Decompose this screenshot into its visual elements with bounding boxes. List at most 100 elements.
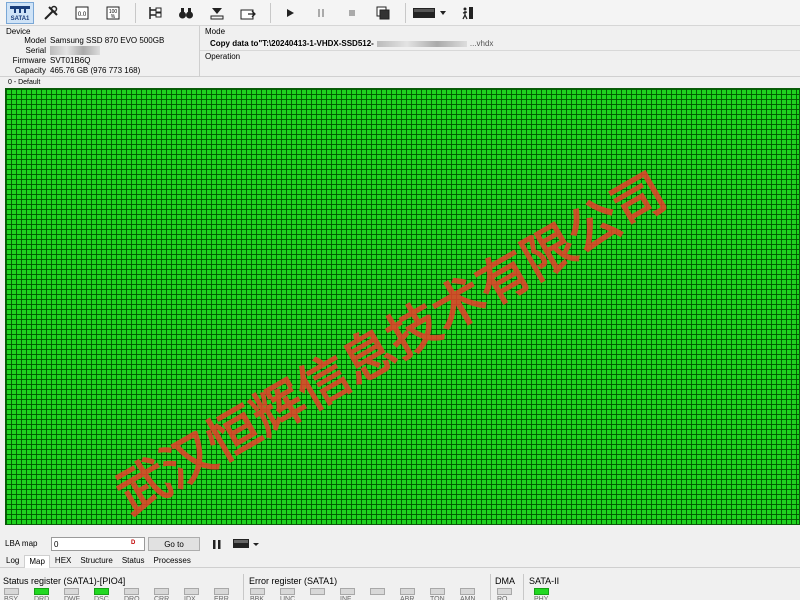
svg-text:%: % (111, 14, 116, 20)
sector-editor-button[interactable]: 0.0 (68, 2, 96, 24)
status-register-led (64, 588, 79, 595)
map-palette-dropdown[interactable] (232, 538, 262, 550)
export-button[interactable] (234, 2, 262, 24)
defect-button[interactable] (203, 2, 231, 24)
error-register-bit: ABR (400, 588, 420, 600)
error-register-led (280, 588, 295, 595)
tab-structure[interactable]: Structure (76, 555, 116, 568)
device-serial-row: Serial (0, 46, 200, 56)
pause-icon (213, 540, 221, 549)
capacity-label: Capacity (14, 66, 46, 75)
status-register-title: Status register (SATA1)-[PIO4] (3, 576, 126, 586)
lba-map-label: LBA map (5, 539, 38, 548)
status-register-led (154, 588, 169, 595)
error-register-bit-label: TON (430, 596, 445, 600)
status-register-bit-label: IDX (184, 596, 196, 600)
mode-value-tail: ...vhdx (469, 39, 494, 48)
firmware-value: SVT01B6Q (50, 56, 91, 65)
mode-value-text: Copy data to"T:\20240413-1-VHDX-SSD512- (210, 39, 374, 48)
bottom-tabs: Log Map HEX Structure Status Processes (0, 555, 800, 568)
sector-editor-icon: 0.0 (75, 6, 89, 19)
status-separator (523, 574, 524, 600)
start-button[interactable] (276, 2, 304, 24)
status-register-bit-label: CRR (154, 596, 170, 600)
status-separator (490, 574, 491, 600)
capacity-value: 465.76 GB (976 773 168) (50, 66, 141, 75)
path-redacted (376, 40, 467, 47)
map-pause-button[interactable] (212, 539, 222, 550)
tab-log[interactable]: Log (2, 555, 23, 568)
mode-panel: Mode Copy data to"T:\20240413-1-VHDX-SSD… (200, 26, 800, 77)
error-register-bit: BBK (250, 588, 270, 600)
tab-processes[interactable]: Processes (150, 555, 195, 568)
exit-door-icon (462, 6, 473, 19)
mode-value: Copy data to"T:\20240413-1-VHDX-SSD512-.… (210, 39, 493, 48)
status-register-led (4, 588, 19, 595)
sector-hex-icon: 100% (106, 6, 120, 20)
dma-title: DMA (495, 576, 515, 586)
decimal-badge[interactable]: D (131, 540, 141, 548)
status-register-bit: DRQ (124, 588, 144, 600)
error-register-led (460, 588, 475, 595)
tools-icon (44, 5, 58, 20)
status-bar: Status register (SATA1)-[PIO4] BSY DRD DWF… (0, 570, 800, 600)
dma-led (497, 588, 512, 595)
dma-group: DMA RQ (492, 570, 522, 600)
tab-hex[interactable]: HEX (51, 555, 75, 568)
status-register-led (124, 588, 139, 595)
export-icon (240, 9, 256, 19)
device-firmware-row: Firmware SVT01B6Q (0, 56, 200, 66)
pause-toolbar-button[interactable] (307, 2, 335, 24)
status-register-bit: BSY (4, 588, 24, 600)
model-label: Model (24, 36, 46, 45)
device-capacity-row: Capacity 465.76 GB (976 773 168) (0, 66, 200, 76)
status-register-bit-label: DWF (64, 596, 80, 600)
exit-button[interactable] (454, 2, 482, 24)
pause-icon (318, 8, 324, 17)
device-model-row: Model Samsung SSD 870 EVO 500GB (0, 36, 200, 46)
sata-bit-label: PHY (534, 596, 549, 600)
copy-button[interactable] (369, 2, 397, 24)
svg-text:0.0: 0.0 (78, 12, 87, 18)
palette-dropdown-icon (233, 539, 259, 548)
toolbar-separator (270, 2, 271, 23)
status-register-bit-label: DRD (34, 596, 50, 600)
sata-bit: PHY (534, 588, 554, 600)
mode-divider (200, 50, 800, 51)
palette-dropdown-icon (413, 7, 446, 18)
sata-group: SATA-II PHY (526, 570, 576, 600)
device-panel: Device Model Samsung SSD 870 EVO 500GB S… (0, 26, 200, 77)
app-window: SATA1 0.0 100% Device Model Samsung SSD … (0, 0, 800, 600)
status-register-led (184, 588, 199, 595)
status-register-bit: DRD (34, 588, 54, 600)
error-register-led (250, 588, 265, 595)
error-register-title: Error register (SATA1) (249, 576, 338, 586)
map-title: 0 - Default (8, 79, 41, 86)
structure-icon (149, 6, 162, 19)
tab-status[interactable]: Status (118, 555, 149, 568)
toolbar-separator (405, 2, 406, 23)
operation-label: Operation (205, 52, 241, 61)
firmware-label: Firmware (12, 56, 46, 65)
error-register-led (400, 588, 415, 595)
map-palette-button[interactable] (411, 2, 451, 24)
model-value: Samsung SSD 870 EVO 500GB (50, 36, 165, 45)
search-button[interactable] (172, 2, 200, 24)
sector-map[interactable] (5, 88, 800, 525)
port-sata1-button[interactable]: SATA1 (6, 1, 34, 24)
error-register-bit-label: INF (340, 596, 352, 600)
sector-hex-button[interactable]: 100% (99, 2, 127, 24)
tools-button[interactable] (37, 2, 65, 24)
toolbar: SATA1 0.0 100% (0, 0, 800, 26)
mode-section-title: Mode (205, 27, 226, 36)
status-register-bit-label: DRQ (124, 596, 140, 600)
goto-button[interactable]: Go to (148, 537, 200, 551)
status-register-bit: DSC (94, 588, 114, 600)
structure-button[interactable] (141, 2, 169, 24)
stop-button[interactable] (338, 2, 366, 24)
error-register-bit (310, 588, 330, 600)
tab-map[interactable]: Map (24, 555, 50, 568)
status-register-bit: ERR (214, 588, 234, 600)
play-icon (287, 8, 294, 17)
error-register-bit-label: AMN (460, 596, 476, 600)
